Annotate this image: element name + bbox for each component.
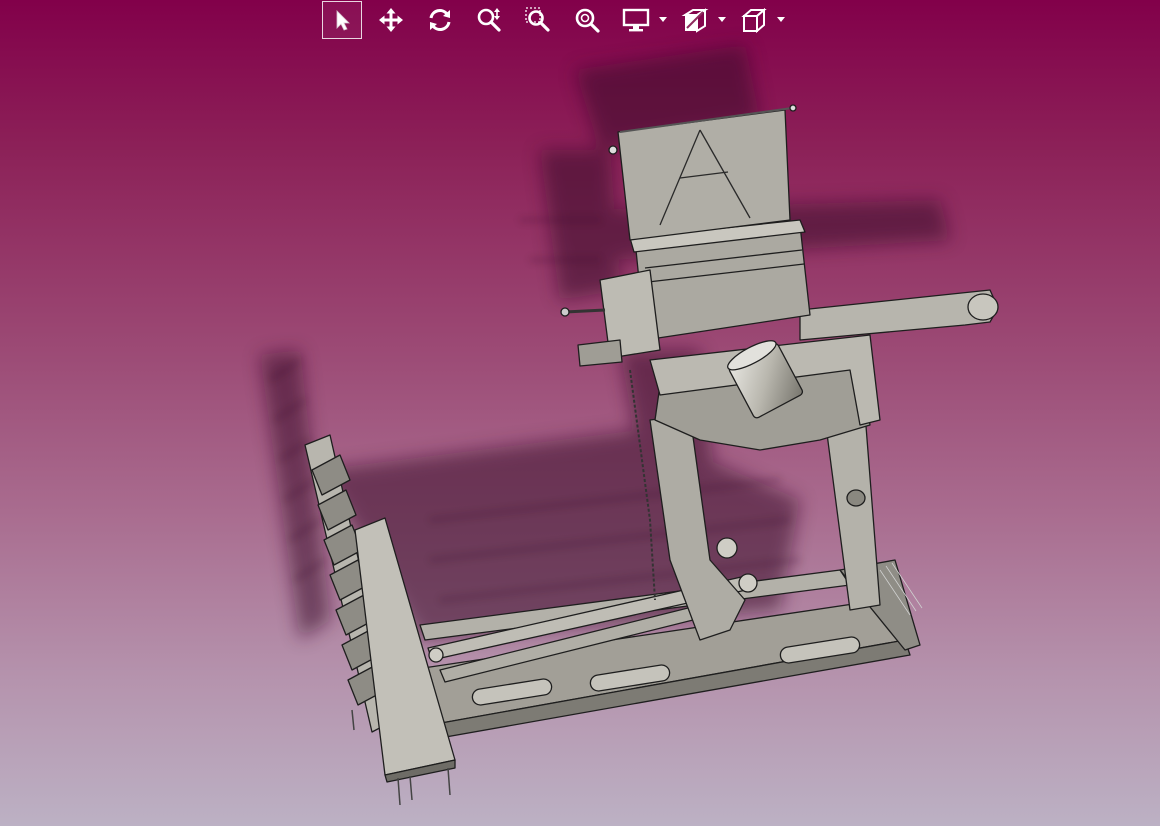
display-mode-button[interactable] <box>616 1 656 39</box>
view-toolbar <box>322 0 793 40</box>
view-cube-icon <box>741 7 767 34</box>
cursor-arrow-icon <box>336 10 350 31</box>
rotate-tool-button[interactable] <box>420 1 460 39</box>
pan-tool-button[interactable] <box>371 1 411 39</box>
cad-model-view[interactable] <box>0 0 1160 826</box>
zoom-tool-button[interactable] <box>469 1 509 39</box>
caret-down-icon <box>659 17 667 22</box>
zoom-fit-icon <box>575 8 600 33</box>
zoom-window-button[interactable] <box>518 1 558 39</box>
display-mode-dropdown[interactable] <box>657 1 669 39</box>
caret-down-icon <box>718 17 726 22</box>
section-cube-icon <box>681 8 709 33</box>
zoom-updown-icon <box>477 8 501 32</box>
monitor-icon <box>622 8 650 32</box>
zoom-fit-button[interactable] <box>567 1 607 39</box>
3d-viewport[interactable] <box>0 0 1160 826</box>
rotate-icon <box>429 9 451 31</box>
view-orientation-button[interactable] <box>734 1 774 39</box>
section-view-dropdown[interactable] <box>716 1 728 39</box>
zoom-window-icon <box>525 7 550 32</box>
caret-down-icon <box>777 17 785 22</box>
move-arrows-icon <box>379 8 403 32</box>
section-view-button[interactable] <box>675 1 715 39</box>
select-tool-button[interactable] <box>322 1 362 39</box>
view-orientation-dropdown[interactable] <box>775 1 787 39</box>
